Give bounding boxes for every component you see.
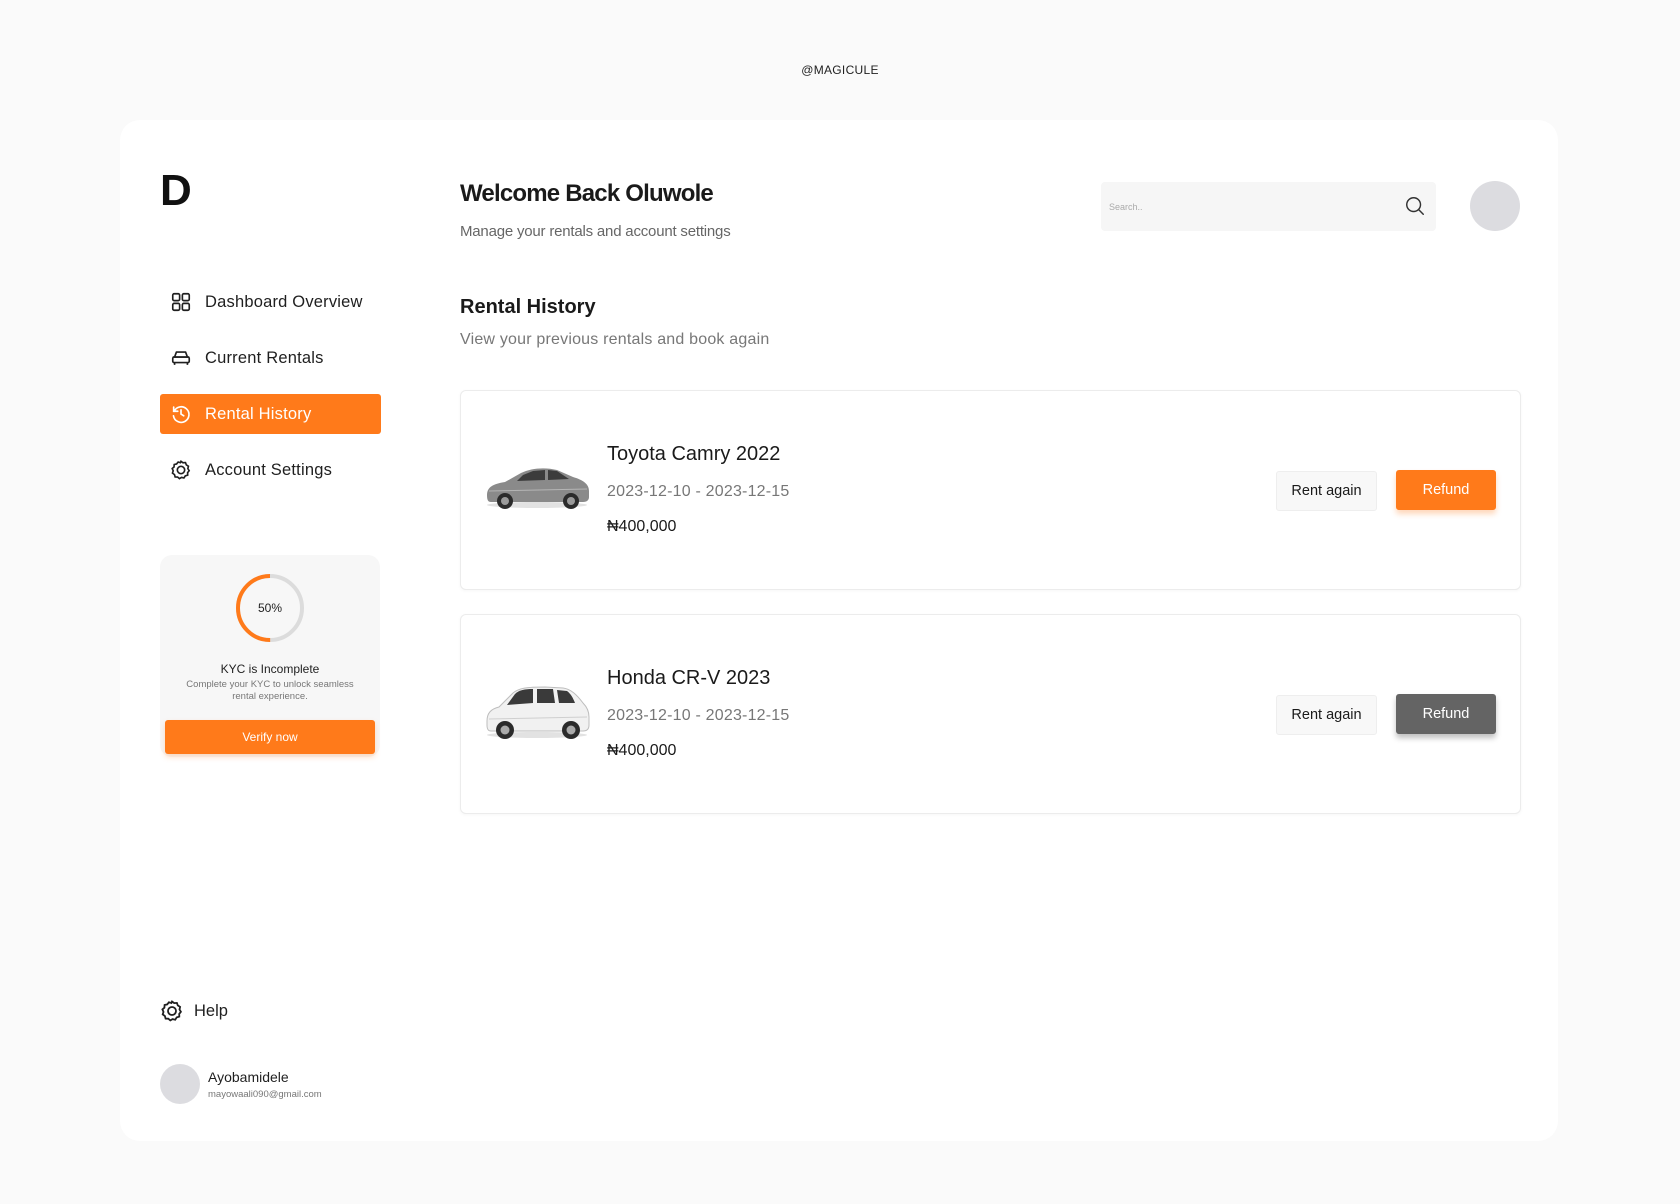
avatar — [160, 1064, 200, 1104]
section-subtitle: View your previous rentals and book agai… — [460, 331, 770, 348]
sidebar-item-label: Rental History — [205, 404, 312, 423]
sidebar-item-dashboard-overview[interactable]: Dashboard Overview — [160, 282, 381, 322]
sidebar-item-label: Current Rentals — [205, 348, 324, 367]
sidebar-nav: Dashboard Overview Current Rentals Renta… — [160, 282, 381, 506]
kyc-card: 50% KYC is Incomplete Complete your KYC … — [160, 555, 380, 757]
sidebar-item-label: Dashboard Overview — [205, 292, 363, 311]
user-profile[interactable]: Ayobamidele mayowaali090@gmail.com — [160, 1064, 322, 1104]
grid-icon — [169, 290, 193, 314]
rental-card: Toyota Camry 2022 2023-12-10 - 2023-12-1… — [460, 390, 1521, 590]
sidebar-item-label: Account Settings — [205, 460, 333, 479]
kyc-description: Complete your KYC to unlock seamless ren… — [186, 679, 354, 702]
refund-button[interactable]: Refund — [1396, 694, 1496, 734]
rental-price: ₦400,000 — [607, 742, 677, 759]
rent-again-button[interactable]: Rent again — [1276, 471, 1377, 511]
suv-car-image — [486, 686, 590, 739]
sedan-car-image — [487, 468, 589, 509]
section-title: Rental History — [460, 296, 596, 318]
kyc-title: KYC is Incomplete — [220, 662, 320, 676]
help-link[interactable]: Help — [160, 999, 228, 1023]
verify-now-button[interactable]: Verify now — [165, 720, 375, 754]
search-bar — [1101, 182, 1436, 231]
car-icon — [169, 346, 193, 370]
rental-title: Honda CR-V 2023 — [607, 667, 771, 689]
page-title: Welcome Back Oluwole — [460, 180, 714, 207]
rental-dates: 2023-12-10 - 2023-12-15 — [607, 707, 790, 724]
app-frame: D Dashboard Overview Current Rentals Ren… — [120, 120, 1558, 1141]
rental-card: Honda CR-V 2023 2023-12-10 - 2023-12-15 … — [460, 614, 1521, 814]
help-icon — [161, 1000, 182, 1022]
user-name: Ayobamidele — [208, 1068, 289, 1085]
refund-button[interactable]: Refund — [1396, 470, 1496, 510]
sidebar-item-account-settings[interactable]: Account Settings — [160, 450, 381, 490]
header-avatar[interactable] — [1470, 181, 1520, 231]
sidebar-item-current-rentals[interactable]: Current Rentals — [160, 338, 381, 378]
page-subtitle: Manage your rentals and account settings — [460, 223, 731, 240]
user-email: mayowaali090@gmail.com — [208, 1088, 322, 1100]
rent-again-button[interactable]: Rent again — [1276, 695, 1377, 735]
rental-dates: 2023-12-10 - 2023-12-15 — [607, 483, 790, 500]
search-input[interactable] — [1109, 182, 1389, 231]
history-icon — [169, 402, 193, 426]
gear-icon — [169, 458, 193, 482]
rental-title: Toyota Camry 2022 — [607, 443, 781, 465]
rental-price: ₦400,000 — [607, 518, 677, 535]
watermark: @MAGICULE — [801, 63, 879, 77]
logo[interactable]: D — [160, 166, 192, 216]
help-label: Help — [194, 1001, 228, 1020]
sidebar-item-rental-history[interactable]: Rental History — [160, 394, 381, 434]
kyc-progress-label: 50% — [257, 601, 283, 615]
search-icon[interactable] — [1404, 195, 1426, 217]
